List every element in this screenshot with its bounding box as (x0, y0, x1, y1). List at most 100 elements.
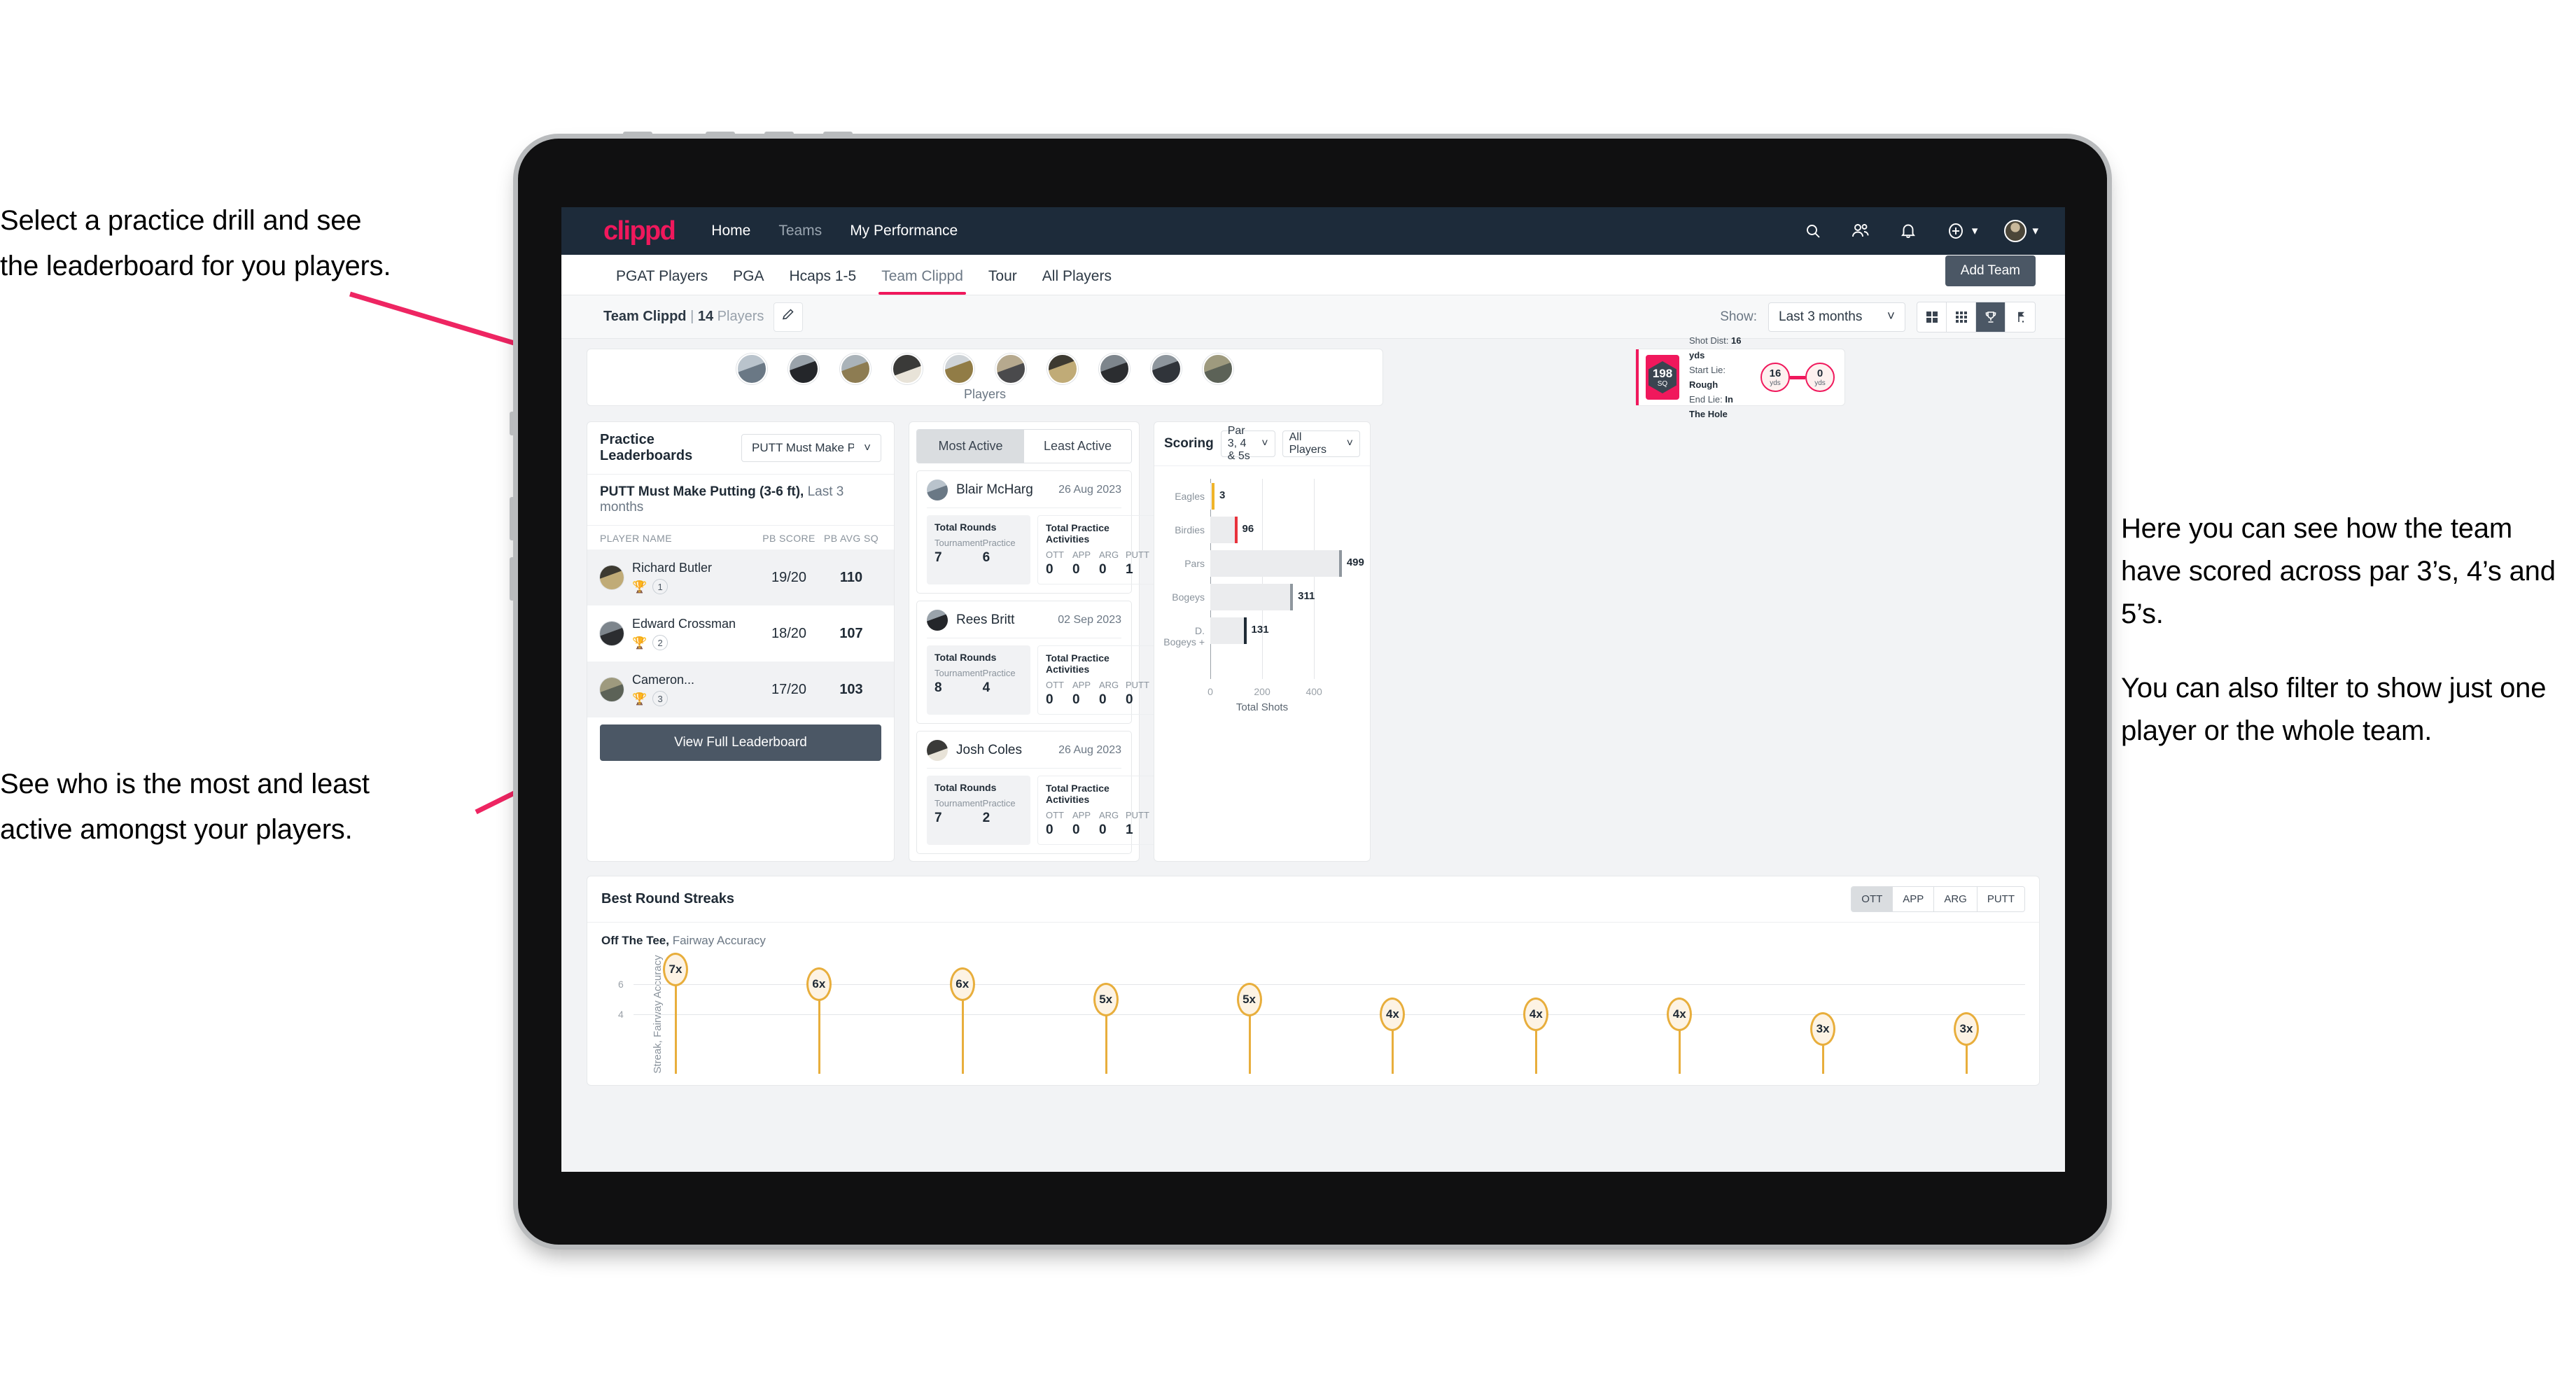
rounds-values: Tournament 8 Practice 4 (934, 668, 1023, 696)
practice-activities-block: Total Practice Activities OTT 0 APP 0 ARG 0… (1037, 776, 1161, 845)
list-item[interactable]: Rees Britt 02 Sep 2023 Total Rounds Tour… (916, 601, 1161, 724)
bar-value-label: 131 (1251, 624, 1269, 636)
add-menu[interactable]: ▾ (1945, 220, 1977, 241)
avatar[interactable] (892, 354, 923, 384)
tab-tour[interactable]: Tour (976, 268, 1030, 295)
player-name: Josh Coles (956, 743, 1022, 757)
panel-title: Practice Leaderboards (600, 432, 693, 463)
par-select-value: Par 3, 4 & 5s (1227, 425, 1250, 462)
tab-hcaps-1-5[interactable]: Hcaps 1-5 (776, 268, 869, 295)
streak-bubble[interactable]: 4x (1523, 997, 1549, 1031)
view-full-leaderboard-button[interactable]: View Full Leaderboard (600, 724, 881, 761)
avatar[interactable] (788, 354, 819, 384)
streak-bubble[interactable]: 7x (663, 953, 688, 987)
best-round-streaks-panel: Best Round Streaks OTT APP ARG PUTT Off … (587, 876, 2040, 1086)
streak-category-toggle: OTT APP ARG PUTT (1851, 886, 2025, 912)
tab-most-active[interactable]: Most Active (917, 430, 1024, 463)
pb-score: 18/20 (771, 625, 807, 641)
sq-label: SQ (1657, 379, 1668, 388)
avatar[interactable] (840, 354, 871, 384)
tab-all-players[interactable]: All Players (1030, 268, 1124, 295)
streak-stem (961, 998, 964, 1074)
drill-name: PUTT Must Make Putting (3-6 ft), (600, 484, 804, 499)
arg-stat: ARG 0 (1099, 550, 1126, 578)
avatar[interactable] (944, 354, 974, 384)
trophy-icon[interactable] (1976, 302, 2005, 332)
practice-stat: Practice 2 (983, 798, 1023, 826)
segment-app[interactable]: APP (1893, 887, 1935, 911)
tab-pga[interactable]: PGA (720, 268, 776, 295)
stat-value: 8 (934, 680, 942, 695)
tournament-stat: Tournament 7 (934, 538, 983, 566)
table-row[interactable]: Cameron... 🏆 3 17/20 103 (587, 662, 894, 718)
avatar[interactable] (1151, 354, 1182, 384)
avatar[interactable] (736, 354, 767, 384)
table-row[interactable]: Richard Butler 🏆 1 19/20 110 (587, 550, 894, 606)
tab-team-clippd[interactable]: Team Clippd (869, 268, 976, 295)
avatar[interactable] (1047, 354, 1078, 384)
pb-score: 17/20 (771, 681, 807, 697)
column-pb-avg-sq: PB AVG SQ (823, 533, 879, 544)
tab-least-active[interactable]: Least Active (1024, 430, 1131, 463)
list-item[interactable]: Blair McHarg 26 Aug 2023 Total Rounds To… (916, 470, 1161, 594)
separator: | (690, 309, 694, 324)
add-team-button[interactable]: Add Team (1945, 255, 2036, 286)
stat-value: 0 (1072, 822, 1080, 837)
tab-pgat-players[interactable]: PGAT Players (603, 268, 720, 295)
avatar (927, 740, 948, 761)
grid-9-icon[interactable] (1947, 302, 1976, 332)
streaks-bars: 4 6 7x 6x 6x 5x 5x 4x 4x 4x 3x 3x (601, 953, 2025, 1074)
user-menu[interactable]: ▾ (2004, 220, 2038, 242)
distance-from: 16 yds (1760, 363, 1790, 392)
bell-icon[interactable] (1898, 220, 1919, 241)
scoring-x-axis-label: Total Shots (1236, 701, 1289, 713)
player-select[interactable]: All Players ˅ (1282, 430, 1360, 457)
rounds-values: Tournament 7 Practice 2 (934, 798, 1023, 826)
streak-bubble[interactable]: 4x (1667, 997, 1693, 1031)
avatar[interactable] (1203, 354, 1233, 384)
streak-bubble[interactable]: 3x (1810, 1012, 1836, 1046)
drill-select[interactable]: PUTT Must Make Putting ... ˅ (741, 434, 881, 462)
flag-icon[interactable] (2005, 302, 2035, 332)
bar-cap (1234, 517, 1238, 543)
nav-link-my-performance[interactable]: My Performance (850, 223, 958, 239)
stat-label: OTT (1046, 810, 1064, 820)
stat-label: Tournament (934, 798, 983, 808)
stat-label: APP (1072, 810, 1091, 820)
segment-arg[interactable]: ARG (1934, 887, 1977, 911)
summary-row: Players 198 SQ Shot Dist: 16 yds Start L… (587, 335, 2040, 419)
streak-bubble[interactable]: 5x (1093, 982, 1119, 1016)
nav-link-home[interactable]: Home (711, 223, 750, 239)
list-item[interactable]: Josh Coles 26 Aug 2023 Total Rounds Tour… (916, 731, 1161, 854)
segment-ott[interactable]: OTT (1851, 887, 1893, 911)
nav-link-teams[interactable]: Teams (778, 223, 822, 239)
streak-bubble[interactable]: 3x (1954, 1012, 1979, 1046)
stat-label: ARG (1099, 550, 1119, 560)
bar (1210, 550, 1342, 577)
table-row[interactable]: Edward Crossman 🏆 2 18/20 107 (587, 606, 894, 662)
avatar[interactable] (2004, 220, 2027, 242)
shot-dist-row: Shot Dist: 16 yds (1689, 333, 1751, 363)
annotation-leaderboard: Select a practice drill and see the lead… (0, 200, 553, 288)
tournament-stat: Tournament 7 (934, 798, 983, 826)
avatar[interactable] (1099, 354, 1130, 384)
date-range-select[interactable]: Last 3 months ˅ (1768, 302, 1905, 332)
panels-row: Practice Leaderboards PUTT Must Make Put… (587, 406, 2040, 862)
people-icon[interactable] (1850, 220, 1871, 241)
streaks-subtitle: Off The Tee, Fairway Accuracy (587, 923, 2039, 951)
streak-bubble[interactable]: 4x (1380, 997, 1406, 1031)
streak-bubble[interactable]: 6x (806, 967, 832, 1002)
streak-bubble[interactable]: 5x (1236, 982, 1262, 1016)
segment-putt[interactable]: PUTT (1977, 887, 2024, 911)
edit-team-button[interactable] (774, 302, 804, 332)
streak-bubble[interactable]: 6x (949, 967, 975, 1002)
drill-subtitle: PUTT Must Make Putting (3-6 ft), Last 3 … (587, 475, 894, 526)
player-name: Blair McHarg (956, 482, 1033, 497)
par-select[interactable]: Par 3, 4 & 5s ˅ (1220, 425, 1275, 462)
brand-logo[interactable]: clippd (603, 216, 676, 246)
avatar[interactable] (995, 354, 1026, 384)
trophy-icon: 🏆 (632, 692, 648, 706)
plus-circle-icon[interactable] (1945, 220, 1966, 241)
search-icon[interactable] (1802, 220, 1823, 241)
grid-4-icon[interactable] (1917, 302, 1947, 332)
